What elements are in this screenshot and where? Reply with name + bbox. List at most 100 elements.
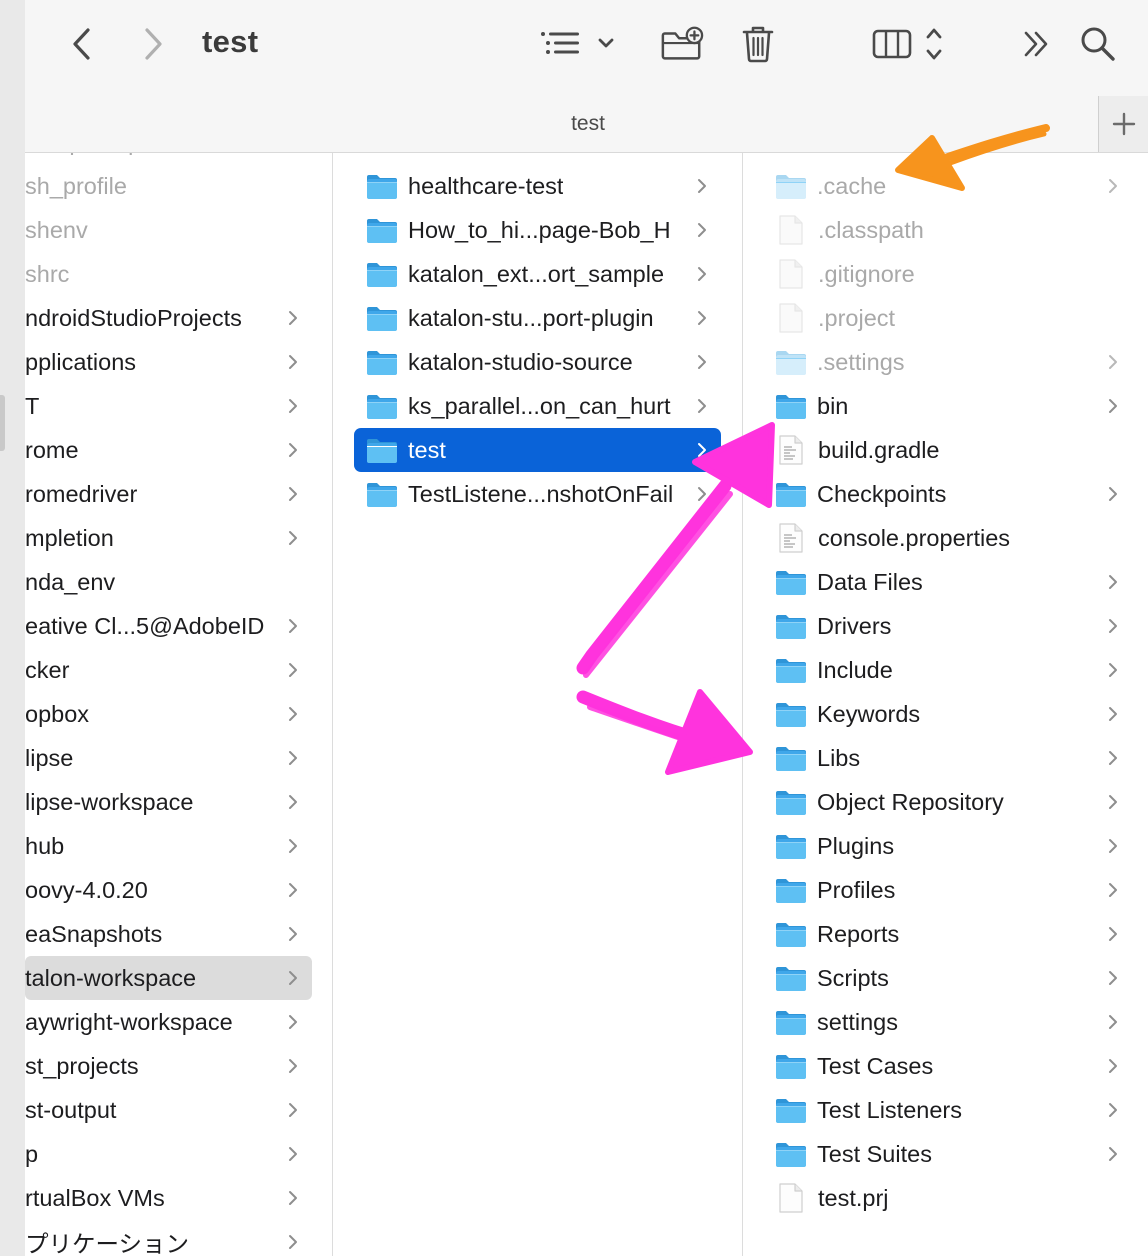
- chevron-right-icon: [289, 443, 297, 457]
- list-item[interactable]: healthcare-test: [354, 164, 721, 208]
- search-button[interactable]: [1076, 22, 1120, 66]
- chevron-right-icon: [289, 355, 297, 369]
- browser-column-workspace[interactable]: healthcare-test How_to_hi...page-Bob_H kat…: [333, 153, 743, 1256]
- list-item[interactable]: romedriver: [25, 472, 312, 516]
- selected-list-item[interactable]: talon-workspace: [25, 956, 312, 1000]
- item-name: sh_profile: [25, 172, 127, 199]
- list-item[interactable]: rome: [25, 428, 312, 472]
- list-item[interactable]: T: [25, 384, 312, 428]
- list-item[interactable]: aywright-workspace: [25, 1000, 312, 1044]
- more-toolbar-items-button[interactable]: [1015, 22, 1059, 66]
- column-view-button[interactable]: [870, 22, 950, 66]
- chevron-right-icon: [1109, 1015, 1117, 1029]
- chevron-right-icon: [1109, 487, 1117, 501]
- list-item[interactable]: Test Listeners: [775, 1088, 1140, 1132]
- list-item[interactable]: Reports: [775, 912, 1140, 956]
- folder-icon: [367, 482, 397, 507]
- list-item[interactable]: build.gradle: [775, 428, 1140, 472]
- list-item[interactable]: ks_parallel...on_can_hurt: [354, 384, 721, 428]
- list-item[interactable]: settings: [775, 1000, 1140, 1044]
- item-name: romedriver: [25, 480, 138, 507]
- list-item[interactable]: katalon_ext...ort_sample: [354, 252, 721, 296]
- text-document-icon: [779, 435, 803, 465]
- list-item[interactable]: Data Files: [775, 560, 1140, 604]
- list-item[interactable]: Scripts: [775, 956, 1140, 1000]
- list-item[interactable]: mpletion: [25, 516, 312, 560]
- list-item[interactable]: Drivers: [775, 604, 1140, 648]
- chevron-right-icon: [289, 487, 297, 501]
- chevron-right-icon: [1109, 795, 1117, 809]
- current-tab-title[interactable]: test: [25, 112, 1148, 136]
- back-button[interactable]: [60, 22, 104, 66]
- list-item[interactable]: opbox: [25, 692, 312, 736]
- list-item[interactable]: Profiles: [775, 868, 1140, 912]
- forward-button[interactable]: [131, 22, 175, 66]
- list-item[interactable]: Libs: [775, 736, 1140, 780]
- list-item[interactable]: compdump: [25, 153, 312, 164]
- list-item[interactable]: oovy-4.0.20: [25, 868, 312, 912]
- list-item[interactable]: eative Cl...5@AdobeID: [25, 604, 312, 648]
- item-name: shrc: [25, 260, 70, 287]
- list-item[interactable]: bin: [775, 384, 1140, 428]
- list-item[interactable]: How_to_hi...page-Bob_H: [354, 208, 721, 252]
- list-item[interactable]: st-output: [25, 1088, 312, 1132]
- list-item[interactable]: .classpath: [775, 208, 1140, 252]
- item-name: katalon-stu...port-plugin: [408, 304, 654, 331]
- list-item[interactable]: pplications: [25, 340, 312, 384]
- list-item[interactable]: lipse-workspace: [25, 780, 312, 824]
- item-name: talon-workspace: [25, 964, 197, 991]
- list-item[interactable]: console.properties: [775, 516, 1140, 560]
- view-options-button[interactable]: [537, 22, 617, 66]
- list-item[interactable]: hub: [25, 824, 312, 868]
- new-tab-button[interactable]: [1098, 96, 1148, 152]
- browser-column-home[interactable]: compdump sh_profileshenv shrc ndroidStudioP…: [25, 153, 333, 1256]
- list-item[interactable]: .gitignore: [775, 252, 1140, 296]
- list-item[interactable]: eaSnapshots: [25, 912, 312, 956]
- list-item[interactable]: Keywords: [775, 692, 1140, 736]
- list-item[interactable]: shenv: [25, 208, 312, 252]
- list-item[interactable]: p: [25, 1132, 312, 1176]
- chevron-right-icon: [289, 399, 297, 413]
- list-item[interactable]: sh_profile: [25, 164, 312, 208]
- list-item[interactable]: TestListene...nshotOnFail: [354, 472, 721, 516]
- list-item[interactable]: shrc: [25, 252, 312, 296]
- list-item[interactable]: Checkpoints: [775, 472, 1140, 516]
- list-item[interactable]: nda_env: [25, 560, 312, 604]
- list-item[interactable]: rtualBox VMs: [25, 1176, 312, 1220]
- chevron-right-icon: [1109, 883, 1117, 897]
- folder-icon: [776, 746, 806, 771]
- list-item[interactable]: st_projects: [25, 1044, 312, 1088]
- chevron-right-icon: [289, 1059, 297, 1073]
- new-folder-button[interactable]: [660, 22, 704, 66]
- list-item[interactable]: .project: [775, 296, 1140, 340]
- list-item[interactable]: .cache: [775, 164, 1140, 208]
- list-item[interactable]: katalon-studio-source: [354, 340, 721, 384]
- chevron-right-icon: [1109, 707, 1117, 721]
- list-item[interactable]: lipse: [25, 736, 312, 780]
- window-edge-handle: [0, 395, 5, 451]
- list-item[interactable]: cker: [25, 648, 312, 692]
- browser-column-test[interactable]: .cache .classpath .gitignore .project .setti…: [743, 153, 1148, 1256]
- list-item[interactable]: プリケーション: [25, 1220, 312, 1256]
- list-item[interactable]: katalon-stu...port-plugin: [354, 296, 721, 340]
- search-icon: [1081, 27, 1115, 61]
- chevron-right-icon: [289, 1015, 297, 1029]
- chevron-right-icon: [289, 795, 297, 809]
- list-item[interactable]: ndroidStudioProjects: [25, 296, 312, 340]
- list-item[interactable]: .settings: [775, 340, 1140, 384]
- list-item[interactable]: Include: [775, 648, 1140, 692]
- folder-icon: [367, 218, 397, 243]
- list-item[interactable]: Object Repository: [775, 780, 1140, 824]
- chevron-right-icon: [289, 619, 297, 633]
- list-item[interactable]: Plugins: [775, 824, 1140, 868]
- document-icon: [779, 259, 803, 289]
- delete-button[interactable]: [736, 22, 780, 66]
- list-item[interactable]: Test Suites: [775, 1132, 1140, 1176]
- folder-icon: [367, 394, 397, 419]
- list-item[interactable]: test.prj: [775, 1176, 1140, 1220]
- list-item[interactable]: Test Cases: [775, 1044, 1140, 1088]
- selected-list-item[interactable]: test: [354, 428, 721, 472]
- chevron-right-icon: [1109, 575, 1117, 589]
- item-name: bin: [817, 392, 849, 419]
- item-name: .classpath: [818, 216, 924, 243]
